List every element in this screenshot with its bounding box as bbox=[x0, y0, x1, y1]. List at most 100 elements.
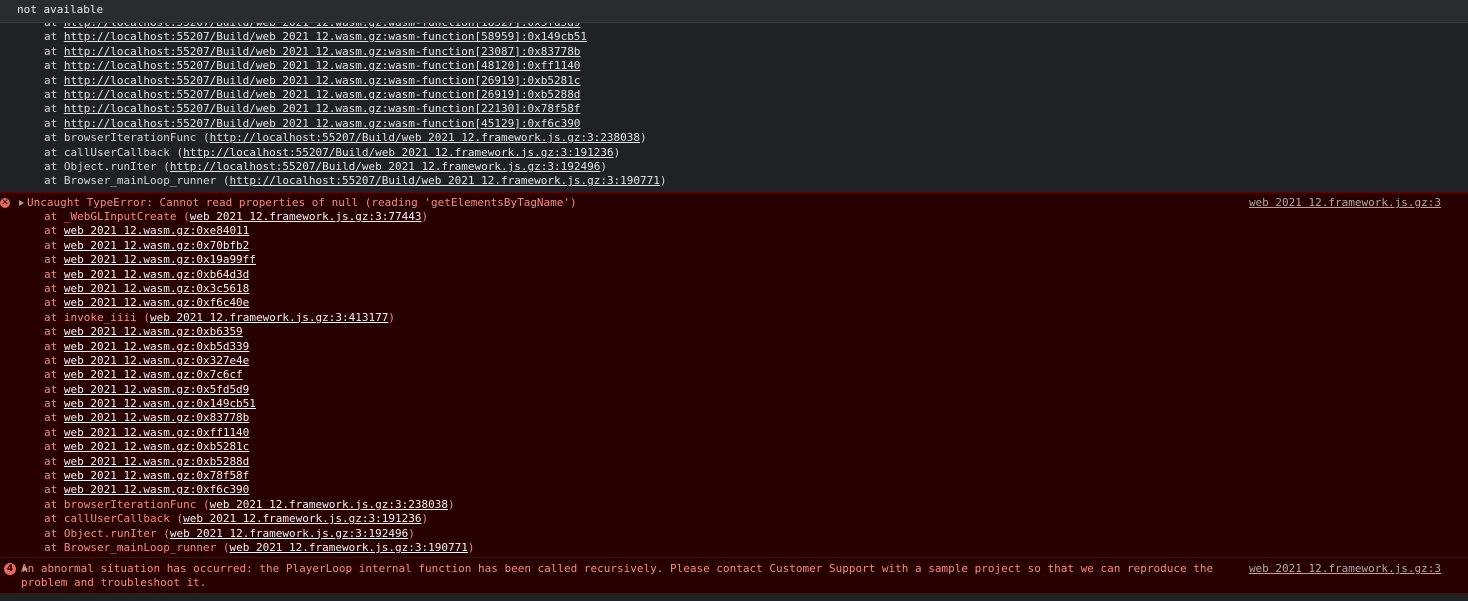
frame-source-link[interactable]: web 2021 12.wasm.gz:0xb6359 bbox=[64, 325, 243, 338]
stack-frame: at web 2021 12.wasm.gz:0xff1140 bbox=[44, 426, 475, 440]
stack-frame: at http://localhost:55207/Build/web 2021… bbox=[44, 117, 667, 131]
stack-trace-block: at http://localhost:55207/Build/web 2021… bbox=[0, 23, 1468, 192]
frame-source-link[interactable]: web 2021 12.wasm.gz:0xb64d3d bbox=[64, 268, 249, 281]
frame-prefix: at bbox=[44, 210, 64, 223]
error-stack-lines: at _WebGLInputCreate (web 2021 12.framew… bbox=[44, 210, 475, 555]
frame-source-link[interactable]: web 2021 12.wasm.gz:0x327e4e bbox=[64, 354, 249, 367]
frame-source-link[interactable]: web 2021 12.framework.js.gz:3:413177 bbox=[150, 311, 388, 324]
stack-frame: at http://localhost:55207/Build/web 2021… bbox=[44, 74, 667, 88]
frame-source-link[interactable]: http://localhost:55207/Build/web 2021 12… bbox=[229, 174, 659, 187]
frame-function-name: Browser_mainLoop_runner bbox=[63, 540, 223, 554]
stack-frame: at web 2021 12.wasm.gz:0xb6359 bbox=[44, 325, 475, 339]
frame-source-link[interactable]: http://localhost:55207/Build/web 2021 12… bbox=[64, 45, 581, 58]
stack-frame: at web 2021 12.wasm.gz:0xb5d339 bbox=[44, 340, 475, 354]
frame-function-name: callUserCallback bbox=[63, 145, 177, 159]
frame-prefix: at bbox=[44, 59, 64, 73]
error-message[interactable]: ✕ Uncaught TypeError: Cannot read proper… bbox=[0, 192, 1468, 557]
frame-source-link[interactable]: web 2021 12.wasm.gz:0xe84011 bbox=[64, 224, 249, 237]
frame-function-name: invoke_iiii bbox=[63, 310, 144, 324]
frame-source-link[interactable]: web 2021 12.wasm.gz:0x78f58f bbox=[64, 469, 249, 482]
frame-prefix: at bbox=[44, 454, 64, 468]
frame-source-link[interactable]: web 2021 12.framework.js.gz:3:190771 bbox=[229, 541, 467, 554]
frame-source-link[interactable]: http://localhost:55207/Build/web 2021 12… bbox=[64, 88, 581, 101]
frame-prefix: at bbox=[44, 512, 64, 526]
expand-triangle-icon[interactable] bbox=[19, 200, 24, 206]
frame-source-link[interactable]: web 2021 12.wasm.gz:0x149cb51 bbox=[64, 397, 256, 410]
frame-function-name: _WebGLInputCreate bbox=[63, 210, 184, 223]
frame-source-link[interactable]: web 2021 12.wasm.gz:0xb5288d bbox=[64, 455, 249, 468]
frame-source-link[interactable]: web 2021 12.wasm.gz:0x7c6cf bbox=[64, 368, 243, 381]
error-icon: ✕ bbox=[0, 198, 10, 208]
stack-frame: at web 2021 12.wasm.gz:0x149cb51 bbox=[44, 397, 475, 411]
console-prompt-area[interactable] bbox=[0, 593, 1468, 601]
stack-frame: at browserIterationFunc (http://localhos… bbox=[44, 131, 647, 145]
frame-source-link[interactable]: web 2021 12.framework.js.gz:3:238038 bbox=[210, 498, 448, 511]
frame-source-link[interactable]: web 2021 12.wasm.gz:0x5fd5d9 bbox=[64, 383, 249, 396]
frame-source-link[interactable]: http://localhost:55207/Build/web 2021 12… bbox=[183, 146, 613, 159]
frame-source-link[interactable]: http://localhost:55207/Build/web 2021 12… bbox=[170, 160, 600, 173]
frame-function-name: Object.runIter bbox=[63, 526, 164, 540]
frame-source-link[interactable]: web 2021 12.wasm.gz:0xff1140 bbox=[64, 426, 249, 439]
repeat-count-badge: 4 bbox=[4, 563, 16, 575]
stack-frame: at web 2021 12.wasm.gz:0x70bfb2 bbox=[44, 239, 475, 253]
stack-frame: at web 2021 12.wasm.gz:0x83778b bbox=[44, 411, 475, 425]
frame-source-link[interactable]: web 2021 12.wasm.gz:0x70bfb2 bbox=[64, 239, 249, 252]
stack-frame: at web 2021 12.wasm.gz:0xb5288d bbox=[44, 455, 475, 469]
frame-source-link[interactable]: web 2021 12.wasm.gz:0x19a99ff bbox=[64, 253, 256, 266]
stack-frame: at web 2021 12.wasm.gz:0x19a99ff bbox=[44, 253, 475, 267]
stack-frame: at web 2021 12.wasm.gz:0xb64d3d bbox=[44, 268, 475, 282]
frame-source-link[interactable]: web 2021 12.wasm.gz:0xb5d339 bbox=[64, 340, 249, 353]
stack-frame: at http://localhost:55207/Build/web 2021… bbox=[44, 30, 667, 44]
frame-source-link[interactable]: web 2021 12.wasm.gz:0xb5281c bbox=[64, 440, 249, 453]
frame-prefix: at bbox=[44, 44, 64, 58]
stack-frame: at web 2021 12.wasm.gz:0x5fd5d9 bbox=[44, 383, 475, 397]
stack-frame: at callUserCallback (web 2021 12.framewo… bbox=[44, 512, 429, 526]
frame-source-link[interactable]: http://localhost:55207/Build/web 2021 12… bbox=[64, 59, 581, 72]
repeated-error-source-link[interactable]: web 2021 12.framework.js.gz:3 bbox=[1249, 562, 1441, 576]
stack-frame: at http://localhost:55207/Build/web 2021… bbox=[44, 102, 667, 116]
frame-source-link[interactable]: http://localhost:55207/Build/web 2021 12… bbox=[64, 30, 587, 43]
error-source-link[interactable]: web 2021 12.framework.js.gz:3 bbox=[1249, 196, 1441, 210]
error-text: Uncaught TypeError: Cannot read properti… bbox=[27, 196, 577, 209]
frame-prefix: at bbox=[44, 174, 64, 188]
console-message-not-available: not available bbox=[0, 0, 1468, 23]
frame-prefix: at bbox=[44, 73, 64, 87]
frame-source-link[interactable]: web 2021 12.wasm.gz:0x3c5618 bbox=[64, 282, 249, 295]
frame-source-link[interactable]: web 2021 12.framework.js.gz:3:192496 bbox=[170, 527, 408, 540]
frame-source-link[interactable]: http://localhost:55207/Build/web 2021 12… bbox=[64, 102, 581, 115]
stack-frame: at web 2021 12.wasm.gz:0x78f58f bbox=[44, 469, 475, 483]
stack-frame: at _WebGLInputCreate (web 2021 12.framew… bbox=[44, 210, 429, 223]
frame-prefix: at bbox=[44, 253, 64, 267]
stack-frame: at callUserCallback (http://localhost:55… bbox=[44, 145, 621, 159]
frame-prefix: at bbox=[44, 159, 64, 173]
repeated-error-message[interactable]: 4 An abnormal situation has occurred: th… bbox=[0, 557, 1468, 593]
frame-prefix: at bbox=[44, 440, 64, 454]
frame-source-link[interactable]: web 2021 12.framework.js.gz:3:191236 bbox=[183, 512, 421, 525]
frame-source-link[interactable]: http://localhost:55207/Build/web 2021 12… bbox=[210, 131, 640, 144]
frame-source-link[interactable]: http://localhost:55207/Build/web 2021 12… bbox=[64, 23, 581, 29]
frame-function-name: Browser_mainLoop_runner bbox=[63, 174, 223, 188]
devtools-console: not available at http://localhost:55207/… bbox=[0, 0, 1468, 601]
stack-frame: at web 2021 12.wasm.gz:0xf6c390 bbox=[44, 483, 475, 497]
frame-source-link[interactable]: web 2021 12.wasm.gz:0xf6c390 bbox=[64, 483, 249, 496]
frame-source-link[interactable]: web 2021 12.wasm.gz:0xf6c40e bbox=[64, 296, 249, 309]
frame-prefix: at bbox=[44, 102, 64, 116]
frame-prefix: at bbox=[44, 30, 64, 44]
stack-frame: at invoke_iiii (web 2021 12.framework.js… bbox=[44, 310, 396, 324]
frame-source-link[interactable]: web 2021 12.wasm.gz:0x83778b bbox=[64, 411, 249, 424]
message-text: not available bbox=[17, 3, 104, 16]
frame-prefix: at bbox=[44, 397, 64, 411]
frame-source-link[interactable]: http://localhost:55207/Build/web 2021 12… bbox=[64, 74, 581, 87]
frame-prefix: at bbox=[44, 325, 64, 339]
stack-frame: at web 2021 12.wasm.gz:0x327e4e bbox=[44, 354, 475, 368]
stack-frame: at Browser_mainLoop_runner (http://local… bbox=[44, 174, 667, 188]
frame-prefix: at bbox=[44, 425, 64, 439]
frame-prefix: at bbox=[44, 411, 64, 425]
frame-prefix: at bbox=[44, 238, 64, 252]
frame-source-link[interactable]: http://localhost:55207/Build/web 2021 12… bbox=[64, 117, 581, 130]
frame-function-name: Object.runIter bbox=[63, 159, 164, 173]
frame-prefix: at bbox=[44, 116, 64, 130]
frame-prefix: at bbox=[44, 224, 64, 238]
frame-source-link[interactable]: web 2021 12.framework.js.gz:3:77443 bbox=[190, 210, 422, 223]
stack-frame: at web 2021 12.wasm.gz:0x3c5618 bbox=[44, 282, 475, 296]
